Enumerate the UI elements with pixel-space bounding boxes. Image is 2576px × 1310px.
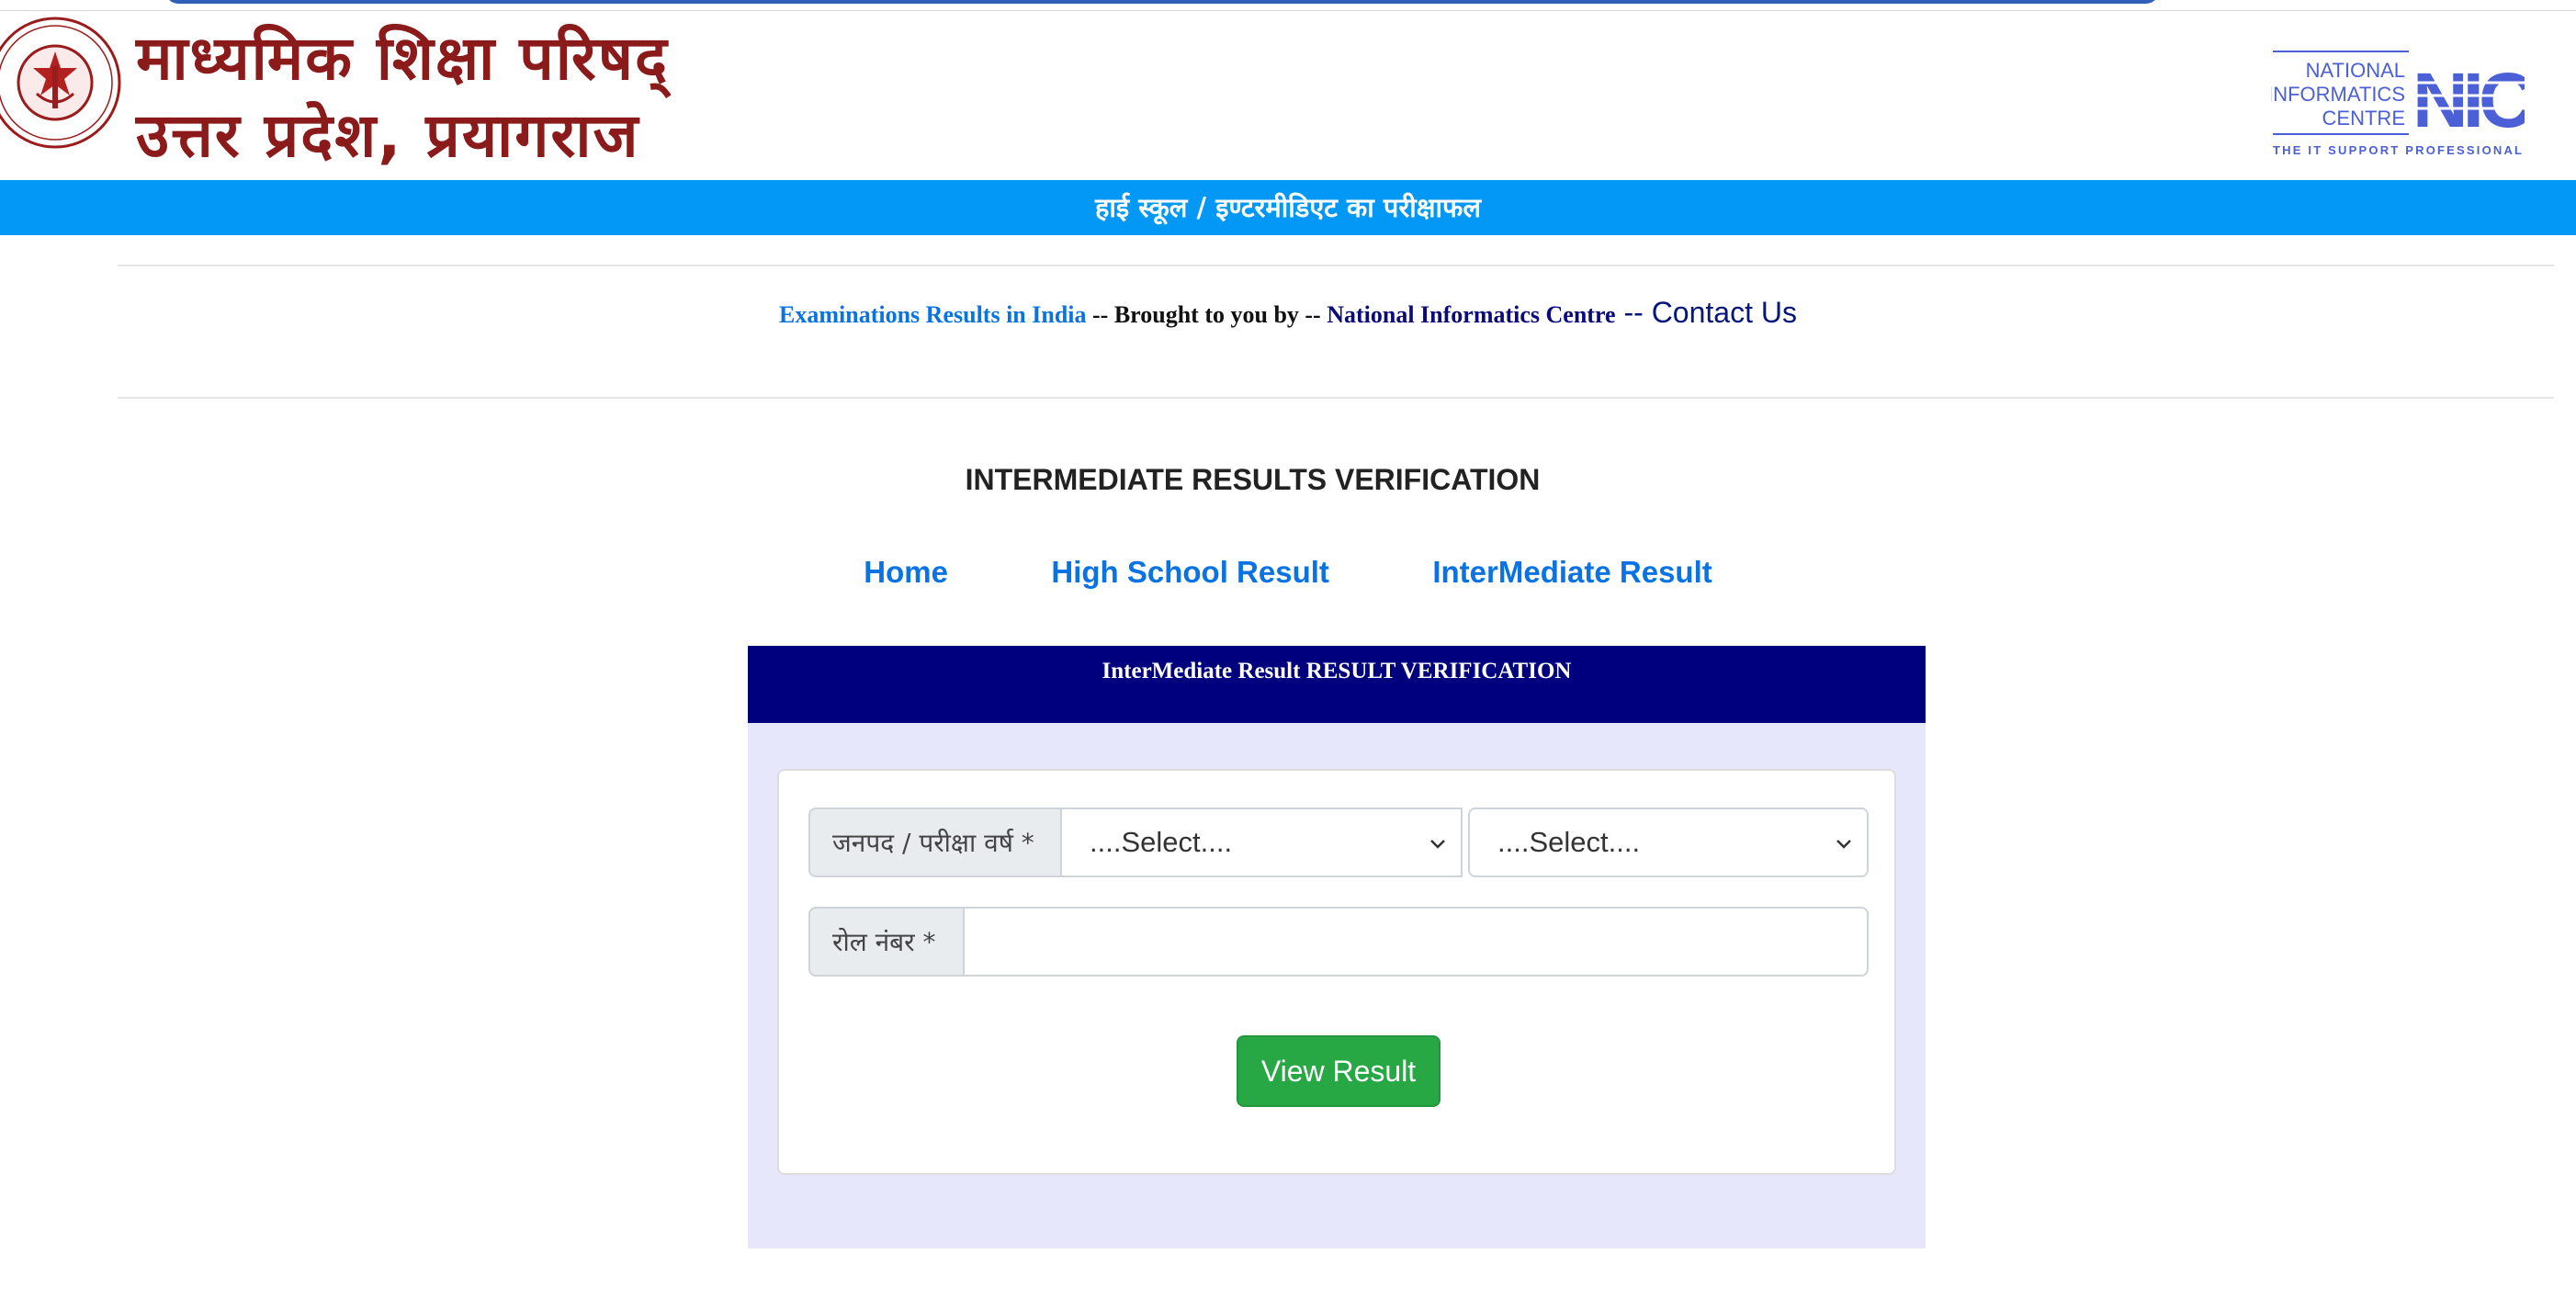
- browser-top-edge: [0, 0, 2576, 11]
- nav-intermediate-link[interactable]: InterMediate Result: [1432, 555, 1712, 590]
- district-select[interactable]: ....Select....: [1062, 807, 1463, 877]
- result-title-band: हाई स्कूल / इण्टरमीडिएट का परीक्षाफल: [0, 180, 2576, 235]
- site-header: माध्यमिक शिक्षा परिषद् उत्तर प्रदेश, प्र…: [0, 11, 2576, 180]
- nav-high-school-link[interactable]: High School Result: [1051, 555, 1329, 590]
- brought-by-text: -- Brought to you by --: [1086, 301, 1328, 328]
- contact-us-link[interactable]: Contact Us: [1652, 296, 1797, 329]
- verification-panel: InterMediate Result RESULT VERIFICATION …: [748, 646, 1926, 1248]
- address-bar-edge: [165, 0, 2159, 4]
- district-select-value: ....Select....: [1090, 826, 1233, 858]
- panel-title: InterMediate Result RESULT VERIFICATION: [748, 646, 1926, 723]
- chevron-down-icon: [1430, 840, 1445, 849]
- divider-top: [118, 265, 2554, 266]
- roll-number-label: रोल नंबर *: [808, 907, 965, 977]
- exam-year-select[interactable]: ....Select....: [1468, 807, 1869, 877]
- view-result-button[interactable]: View Result: [1237, 1035, 1441, 1107]
- board-title: माध्यमिक शिक्षा परिषद् उत्तर प्रदेश, प्र…: [136, 20, 669, 175]
- verification-form-card: जनपद / परीक्षा वर्ष * ....Select.... ...…: [777, 769, 1896, 1175]
- credit-line: Examinations Results in India -- Brought…: [0, 296, 2576, 330]
- nic-logo: NATIONAL INFORMATICS CENTRE NIC THE IT S…: [2271, 51, 2525, 157]
- nic-link[interactable]: National Informatics Centre: [1327, 301, 1615, 328]
- exam-results-india-link[interactable]: Examinations Results in India: [779, 301, 1086, 328]
- district-year-label: जनपद / परीक्षा वर्ष *: [808, 807, 1062, 877]
- roll-number-row: रोल नंबर *: [808, 907, 1869, 977]
- page-title: INTERMEDIATE RESULTS VERIFICATION: [965, 463, 1541, 496]
- board-title-line2: उत्तर प्रदेश, प्रयागराज: [136, 100, 640, 171]
- chevron-down-icon: [1836, 840, 1851, 849]
- divider-bottom: [118, 397, 2554, 399]
- roll-number-input[interactable]: [965, 907, 1869, 977]
- main-nav: Home High School Result InterMediate Res…: [0, 555, 2576, 590]
- district-year-row: जनपद / परीक्षा वर्ष * ....Select.... ...…: [808, 807, 1869, 877]
- nic-logo-tagline: THE IT SUPPORT PROFESSIONALS: [2273, 143, 2525, 157]
- nic-logo-line1: NATIONAL: [2306, 59, 2405, 82]
- exam-year-select-value: ....Select....: [1497, 826, 1641, 858]
- board-title-line1: माध्यमिक शिक्षा परिषद्: [136, 23, 670, 94]
- board-emblem-icon: [0, 17, 121, 149]
- nav-home-link[interactable]: Home: [864, 555, 948, 590]
- nic-logo-line3: CENTRE: [2322, 107, 2405, 130]
- nic-logo-line2: INFORMATICS: [2271, 83, 2405, 106]
- separator-text: --: [1615, 296, 1652, 329]
